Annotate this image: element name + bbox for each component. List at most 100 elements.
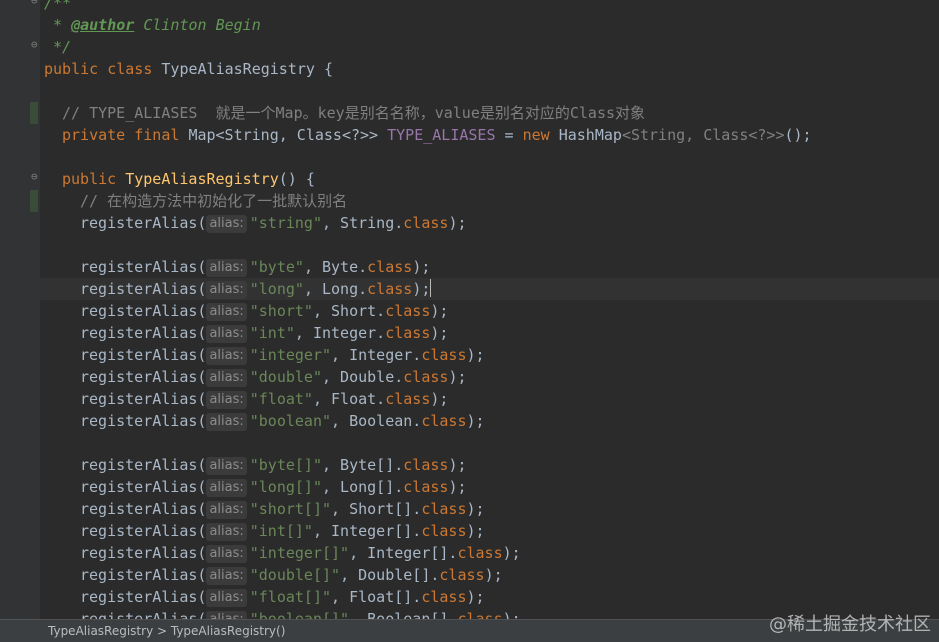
string-literal: "boolean" (249, 412, 332, 430)
string-literal: "double[]" (249, 566, 341, 584)
code-line: /** (44, 0, 939, 14)
change-marker (30, 102, 38, 124)
punctuation: ); (484, 566, 503, 584)
keyword: class (457, 544, 503, 562)
parameter-hint: alias: (206, 391, 247, 409)
method-call: registerAlias( (80, 544, 207, 562)
code-editor[interactable]: /** * @author Clinton Begin */ public cl… (40, 0, 939, 629)
keyword: class (385, 390, 431, 408)
type-name: , Long[]. (322, 478, 404, 496)
code-line: registerAlias(alias: "byte", Byte.class); (40, 256, 939, 278)
string-literal: "short[]" (249, 500, 332, 518)
change-marker (30, 190, 38, 212)
field-name: TYPE_ALIASES (387, 126, 496, 144)
type-name: , Integer[]. (349, 544, 458, 562)
punctuation: ); (430, 302, 449, 320)
punctuation: ); (448, 214, 467, 232)
type-name: , Integer. (294, 324, 386, 342)
keyword: class (367, 280, 413, 298)
string-literal: "long" (249, 280, 304, 298)
method-name: TypeAliasRegistry (125, 170, 279, 188)
generic-args: <String, Class<?>> (621, 126, 785, 144)
doc-comment: /** (44, 0, 72, 12)
keyword: class (403, 214, 449, 232)
keyword: public (44, 60, 108, 78)
method-call: registerAlias( (80, 412, 207, 430)
code-line: registerAlias(alias: "string", String.cla… (40, 212, 939, 234)
string-literal: "float[]" (249, 588, 332, 606)
keyword: class (367, 258, 413, 276)
punctuation: = (495, 126, 523, 144)
type-name: , Boolean. (331, 412, 422, 430)
keyword: class (403, 478, 449, 496)
parameter-hint: alias: (206, 457, 247, 475)
code-line: registerAlias(alias: "long[]", Long[].cla… (40, 476, 939, 498)
string-literal: "string" (249, 214, 322, 232)
parameter-hint: alias: (206, 215, 247, 233)
keyword: class (421, 412, 467, 430)
watermark: @稀土掘金技术社区 (769, 614, 931, 635)
code-line: registerAlias(alias: "float", Float.class… (40, 388, 939, 410)
method-call: registerAlias( (80, 500, 207, 518)
keyword: public (62, 170, 126, 188)
breadcrumb[interactable]: TypeAliasRegistry > TypeAliasRegistry() (48, 624, 285, 638)
type-name: Map<String, Class<?>> (188, 126, 388, 144)
parameter-hint: alias: (206, 303, 247, 321)
keyword: new (522, 126, 559, 144)
method-call: registerAlias( (80, 258, 207, 276)
string-literal: "int" (249, 324, 295, 342)
keyword: class (385, 302, 431, 320)
type-name: , String. (322, 214, 404, 232)
keyword: class (421, 500, 467, 518)
parameter-hint: alias: (206, 479, 247, 497)
doc-tag: @author (71, 16, 135, 34)
parameter-hint: alias: (206, 347, 247, 365)
fold-marker-icon[interactable]: ⊖ (31, 170, 38, 183)
code-line: private final Map<String, Class<?>> TYPE… (62, 124, 939, 146)
fold-marker-icon[interactable]: ⊖ (31, 38, 38, 51)
keyword: class (403, 368, 449, 386)
punctuation: ); (502, 544, 521, 562)
keyword: class (421, 346, 467, 364)
punctuation: ); (412, 280, 431, 298)
type-name: , Byte[]. (322, 456, 404, 474)
class-name: TypeAliasRegistry (161, 60, 315, 78)
punctuation: ); (466, 500, 485, 518)
string-literal: "byte[]" (249, 456, 322, 474)
code-line: registerAlias(alias: "short[]", Short[].c… (40, 498, 939, 520)
parameter-hint: alias: (206, 523, 247, 541)
method-call: registerAlias( (80, 588, 207, 606)
method-call: registerAlias( (80, 368, 207, 386)
fold-marker-icon[interactable]: ⊖ (31, 0, 38, 7)
type-name: , Short. (312, 302, 386, 320)
keyword: private final (62, 126, 189, 144)
editor-gutter: ⊖ ⊖ ⊖ (0, 0, 41, 642)
parameter-hint: alias: (206, 259, 247, 277)
type-name: , Double[]. (340, 566, 440, 584)
punctuation: ); (448, 456, 467, 474)
keyword: class (421, 588, 467, 606)
method-call: registerAlias( (80, 522, 207, 540)
keyword: class (403, 456, 449, 474)
punctuation: ); (466, 522, 485, 540)
parameter-hint: alias: (206, 413, 247, 431)
type-name: , Float[]. (331, 588, 422, 606)
string-literal: "double" (249, 368, 322, 386)
parameter-hint: alias: (206, 369, 247, 387)
punctuation: ); (466, 412, 485, 430)
doc-comment: */ (44, 38, 72, 56)
method-call: registerAlias( (80, 566, 207, 584)
parameter-hint: alias: (206, 589, 247, 607)
doc-comment: Clinton Begin (134, 16, 261, 34)
code-line: // 在构造方法中初始化了一批默认别名 (80, 190, 939, 212)
type-name: , Short[]. (331, 500, 422, 518)
code-line: registerAlias(alias: "byte[]", Byte[].cla… (40, 454, 939, 476)
string-literal: "integer" (249, 346, 332, 364)
punctuation: () { (278, 170, 315, 188)
string-literal: "integer[]" (249, 544, 350, 562)
code-line: registerAlias(alias: "boolean", Boolean.c… (40, 410, 939, 432)
punctuation: ); (430, 390, 449, 408)
method-call: registerAlias( (80, 214, 207, 232)
code-line: */ (44, 36, 939, 58)
keyword: class (421, 522, 467, 540)
